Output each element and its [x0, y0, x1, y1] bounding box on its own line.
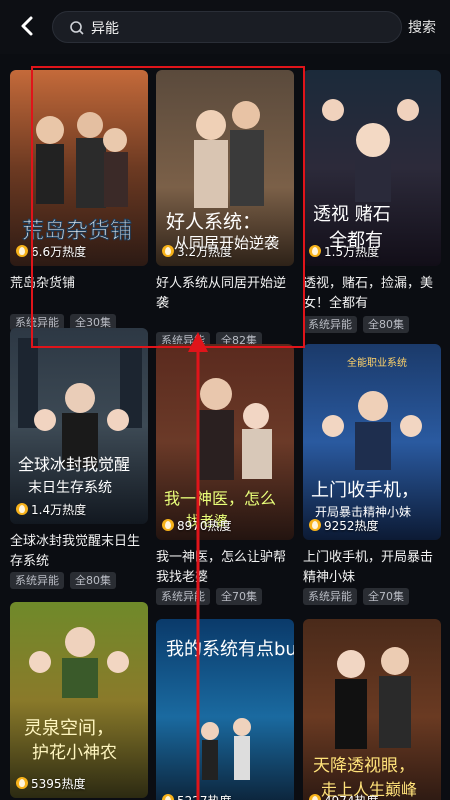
flame-icon [309, 245, 321, 257]
tag-list: 系统异能 全80集 [10, 572, 116, 589]
tag-list: 系统异能 全70集 [303, 588, 409, 605]
heat-badge: 5395热度 [16, 774, 86, 792]
poster[interactable]: 我的系统有点bug 5227热度 [156, 619, 294, 800]
search-icon [70, 21, 84, 35]
heat-badge: 1.5万热度 [309, 242, 379, 260]
poster-title: 透视 赌石 [313, 204, 391, 225]
flame-icon [16, 245, 28, 257]
poster[interactable]: 全能职业系统 上门收手机， 开局暴击精神小妹 9252热度 [303, 344, 441, 540]
search-value: 异能 [91, 21, 119, 37]
heat-badge: 9252热度 [309, 516, 379, 534]
drama-title[interactable]: 上门收手机，开局暴击精神小妹 [303, 548, 441, 588]
poster[interactable]: 全球冰封我觉醒 末日生存系统 1.4万热度 [10, 328, 148, 524]
back-arrow-icon[interactable] [14, 12, 42, 40]
poster-title: 天降透视眼， [313, 756, 415, 776]
search-input[interactable]: 异能 [52, 11, 402, 43]
tag-episodes[interactable]: 全70集 [216, 588, 262, 605]
tag-episodes[interactable]: 全80集 [363, 316, 409, 333]
flame-icon [309, 519, 321, 531]
poster-title: 上门收手机， [311, 480, 419, 501]
flame-icon [16, 777, 28, 789]
poster[interactable]: 我一神医，怎么 找老婆 8970热度 [156, 344, 294, 540]
drama-title[interactable]: 我一神医，怎么让驴帮我找老婆 [156, 548, 294, 588]
poster-title: 灵泉空间， [24, 718, 114, 739]
poster[interactable]: 透视 赌石 全都有 1.5万热度 [303, 70, 441, 266]
flame-icon [309, 794, 321, 800]
drama-title[interactable]: 全球冰封我觉醒末日生存系统 [10, 532, 148, 572]
highlight-box [31, 66, 305, 348]
poster[interactable]: 天降透视眼， 走上人生巅峰 4974热度 [303, 619, 441, 800]
svg-text:全能职业系统: 全能职业系统 [347, 356, 407, 369]
poster-title: 全球冰封我觉醒 [18, 455, 130, 474]
search-button[interactable]: 搜索 [408, 17, 436, 37]
flame-icon [162, 794, 174, 800]
svg-text:护花小神农: 护花小神农 [32, 743, 117, 763]
svg-text:末日生存系统: 末日生存系统 [28, 480, 112, 496]
tag-genre[interactable]: 系统异能 [303, 588, 357, 605]
flame-icon [16, 503, 28, 515]
tag-list: 系统异能 全80集 [303, 316, 409, 333]
pointer-arrow-icon [188, 332, 208, 800]
drama-title[interactable]: 透视，赌石，捡漏，美女！全都有 [303, 274, 441, 314]
top-bar: 异能 搜索 [0, 0, 450, 54]
heat-badge: 1.4万热度 [16, 500, 86, 518]
heat-badge: 4974热度 [309, 791, 379, 800]
tag-genre[interactable]: 系统异能 [10, 572, 64, 589]
tag-genre[interactable]: 系统异能 [303, 316, 357, 333]
flame-icon [162, 519, 174, 531]
tag-episodes[interactable]: 全70集 [363, 588, 409, 605]
poster[interactable]: 灵泉空间， 护花小神农 5395热度 [10, 602, 148, 798]
tag-episodes[interactable]: 全80集 [70, 572, 116, 589]
